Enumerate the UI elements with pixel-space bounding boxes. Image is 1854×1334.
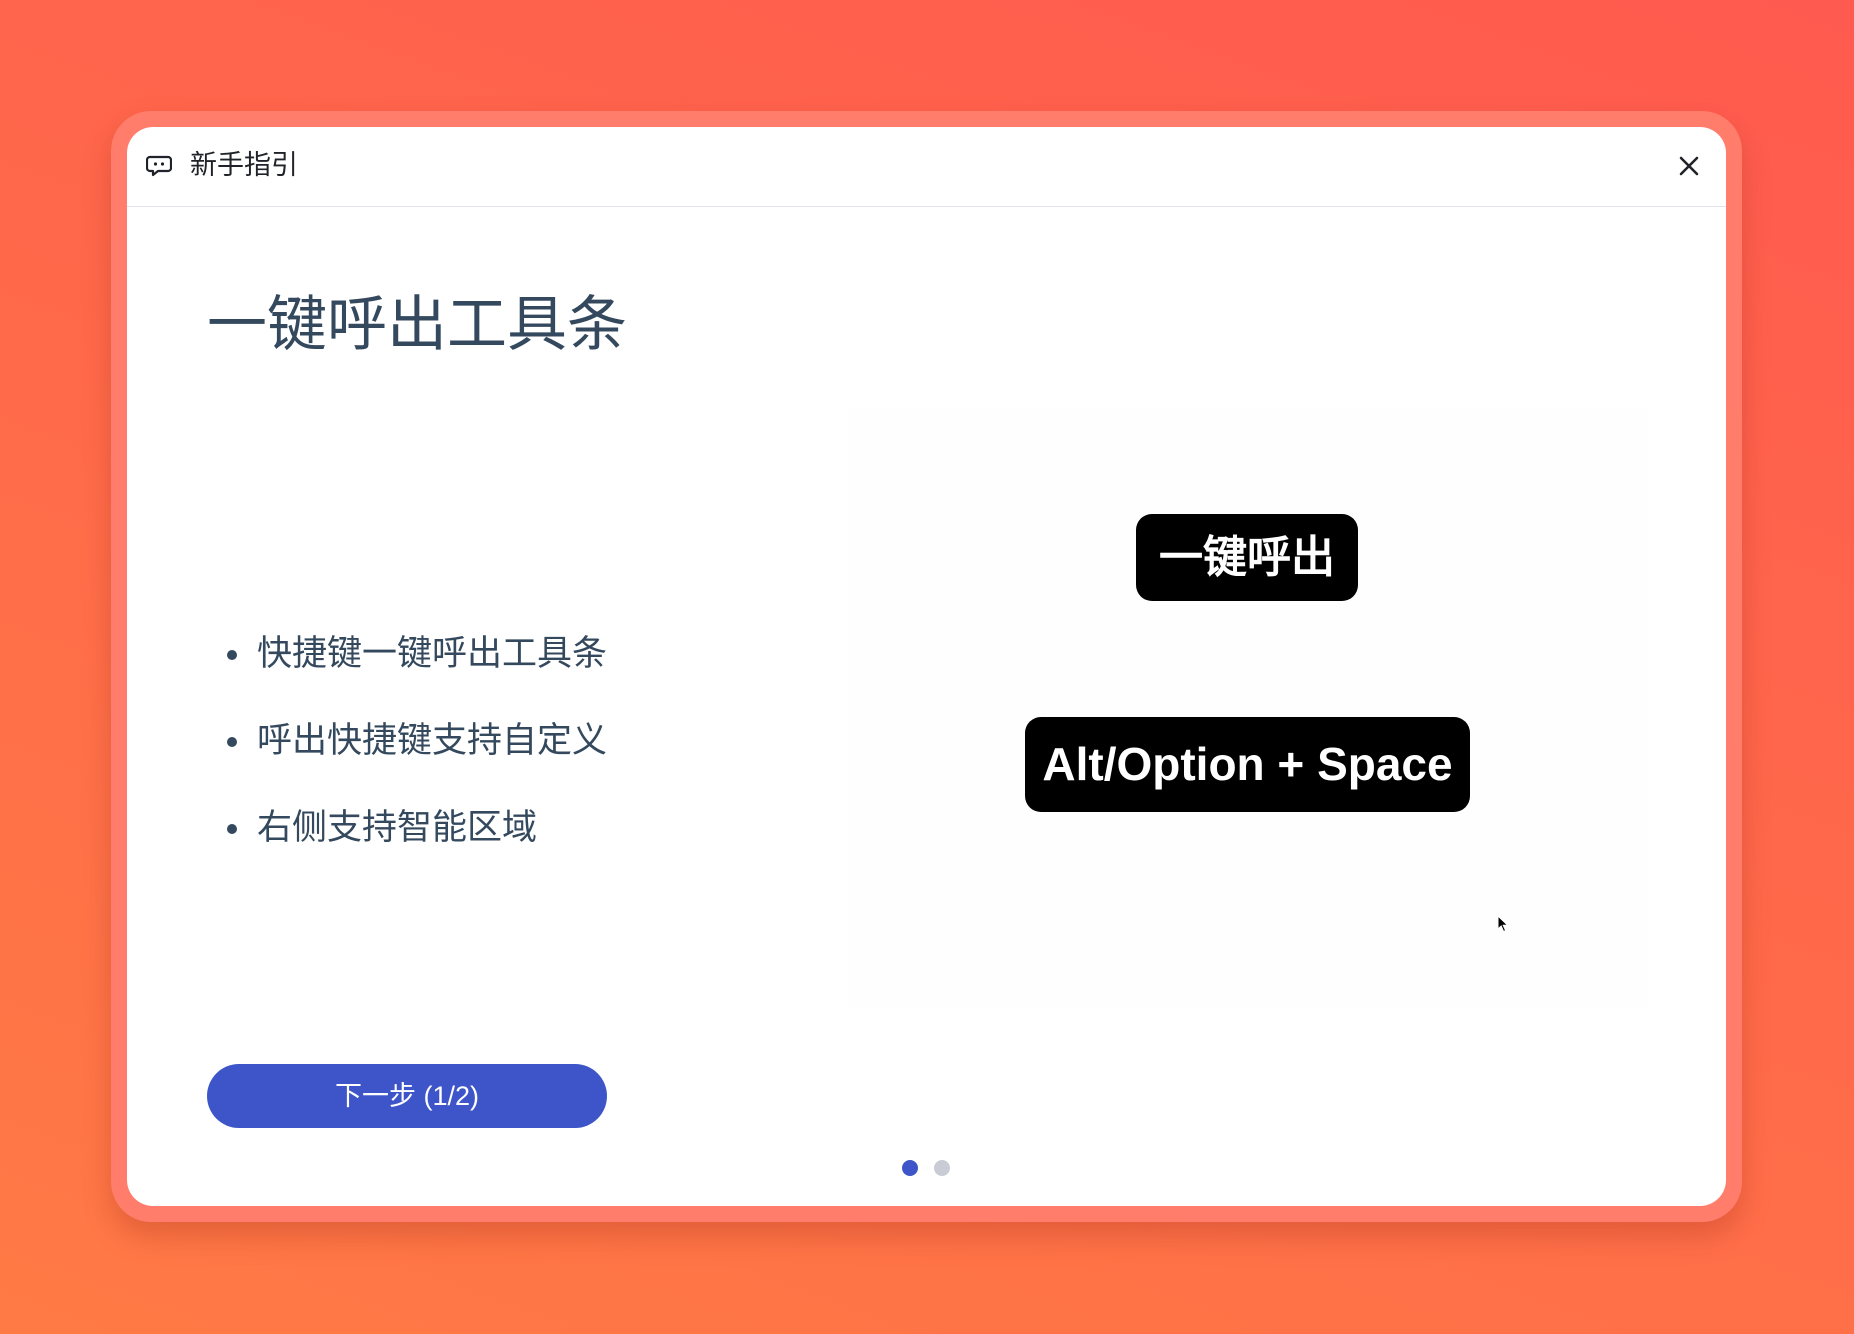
pagination-dot[interactable] [934, 1160, 950, 1176]
close-icon[interactable] [1672, 149, 1706, 183]
bullet-dot [227, 824, 237, 834]
slide-heading: 一键呼出工具条 [207, 290, 627, 360]
chat-bubble-icon [146, 155, 172, 177]
bullet-dot [227, 650, 237, 660]
shortcut-keys-pill: Alt/Option + Space [1025, 717, 1470, 812]
dialog-titlebar: 新手指引 [127, 127, 1726, 207]
feature-text: 右侧支持智能区域 [257, 808, 538, 848]
feature-preview: 一键呼出 Alt/Option + Space [847, 407, 1647, 1007]
feature-item: 呼出快捷键支持自定义 [207, 714, 607, 801]
feature-text: 呼出快捷键支持自定义 [257, 721, 608, 761]
onboarding-dialog: 新手指引 一键呼出工具条 快捷键一键呼出工具条 呼出快捷键支持自定义 右侧支持智… [127, 127, 1726, 1206]
feature-text: 快捷键一键呼出工具条 [257, 634, 608, 674]
next-step-button[interactable]: 下一步 (1/2) [207, 1064, 607, 1128]
feature-item: 右侧支持智能区域 [207, 801, 607, 888]
shortcut-caption-pill: 一键呼出 [1136, 514, 1358, 601]
feature-item: 快捷键一键呼出工具条 [207, 627, 607, 714]
mouse-cursor-icon [1497, 915, 1509, 933]
feature-list: 快捷键一键呼出工具条 呼出快捷键支持自定义 右侧支持智能区域 [207, 627, 607, 888]
dialog-title: 新手指引 [190, 150, 298, 181]
bullet-dot [227, 737, 237, 747]
pagination-dot-active[interactable] [902, 1160, 918, 1176]
